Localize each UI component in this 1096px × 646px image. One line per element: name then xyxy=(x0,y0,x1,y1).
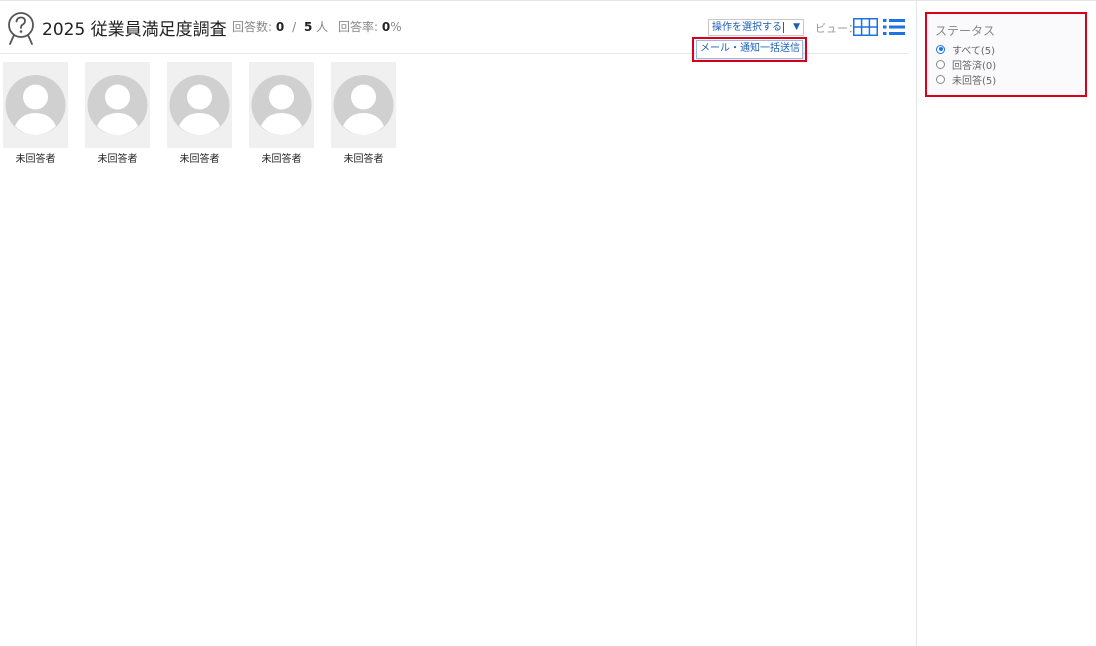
status-option-unanswered[interactable]: 未回答(5) xyxy=(936,72,996,87)
total-unit: 人 xyxy=(316,20,329,34)
respondent-status: 未回答者 xyxy=(261,154,302,165)
person-placeholder-icon xyxy=(333,75,394,135)
radio-unchecked-icon[interactable] xyxy=(936,74,945,84)
respondent-status: 未回答者 xyxy=(97,154,138,165)
total-count: 5 xyxy=(303,20,313,34)
answered-label: 回答数: xyxy=(232,20,273,34)
page-title: 2025 従業員満足度調査 xyxy=(42,20,227,40)
text-caret xyxy=(783,21,784,33)
radio-checked-icon[interactable] xyxy=(936,44,945,54)
respondent-card[interactable]: 未回答者 xyxy=(331,62,396,165)
status-filter-panel: ステータス すべて(5) 回答済(0) 未回答(5) xyxy=(925,12,1087,97)
answer-stats: 回答数: 0 / 5 人 回答率: 0% xyxy=(232,18,402,35)
respondent-card[interactable]: 未回答者 xyxy=(249,62,314,165)
status-option-label[interactable]: すべて(5) xyxy=(952,42,995,57)
avatar xyxy=(167,62,232,148)
operation-select-value: 操作を選択する xyxy=(712,22,782,33)
rate-value: 0 xyxy=(381,20,391,34)
respondent-status: 未回答者 xyxy=(343,154,384,165)
survey-question-icon xyxy=(8,12,34,45)
person-placeholder-icon xyxy=(87,75,148,135)
person-placeholder-icon xyxy=(5,75,66,135)
status-option-all[interactable]: すべて(5) xyxy=(936,42,995,57)
avatar xyxy=(85,62,150,148)
avatar xyxy=(331,62,396,148)
status-option-label[interactable]: 回答済(0) xyxy=(952,57,996,72)
status-filter-title: ステータス xyxy=(935,24,996,38)
respondent-card[interactable]: 未回答者 xyxy=(167,62,232,165)
status-option-answered[interactable]: 回答済(0) xyxy=(936,57,996,72)
avatar xyxy=(3,62,68,148)
status-option-label[interactable]: 未回答(5) xyxy=(952,72,996,87)
respondent-status: 未回答者 xyxy=(15,154,56,165)
respondent-card[interactable]: 未回答者 xyxy=(85,62,150,165)
answered-count: 0 xyxy=(275,20,285,34)
rate-unit: % xyxy=(390,20,402,34)
respondent-card[interactable]: 未回答者 xyxy=(3,62,68,165)
menu-item-bulk-mail[interactable]: メール・通知一括送信 xyxy=(700,43,800,54)
person-placeholder-icon xyxy=(251,75,312,135)
chevron-down-icon[interactable]: ▼ xyxy=(793,20,800,35)
grid-view-icon[interactable] xyxy=(853,18,878,36)
operation-dropdown-menu[interactable]: メール・通知一括送信 xyxy=(696,40,803,59)
list-view-icon[interactable] xyxy=(883,18,905,36)
avatar xyxy=(249,62,314,148)
main-panel: 2025 従業員満足度調査 回答数: 0 / 5 人 回答率: 0% 操作を選択… xyxy=(0,0,916,646)
radio-unchecked-icon[interactable] xyxy=(936,59,945,69)
person-placeholder-icon xyxy=(169,75,230,135)
rate-label: 回答率: xyxy=(337,20,379,34)
count-separator: / xyxy=(292,20,297,34)
operation-select[interactable]: 操作を選択する ▼ xyxy=(708,19,804,36)
respondent-status: 未回答者 xyxy=(179,154,220,165)
